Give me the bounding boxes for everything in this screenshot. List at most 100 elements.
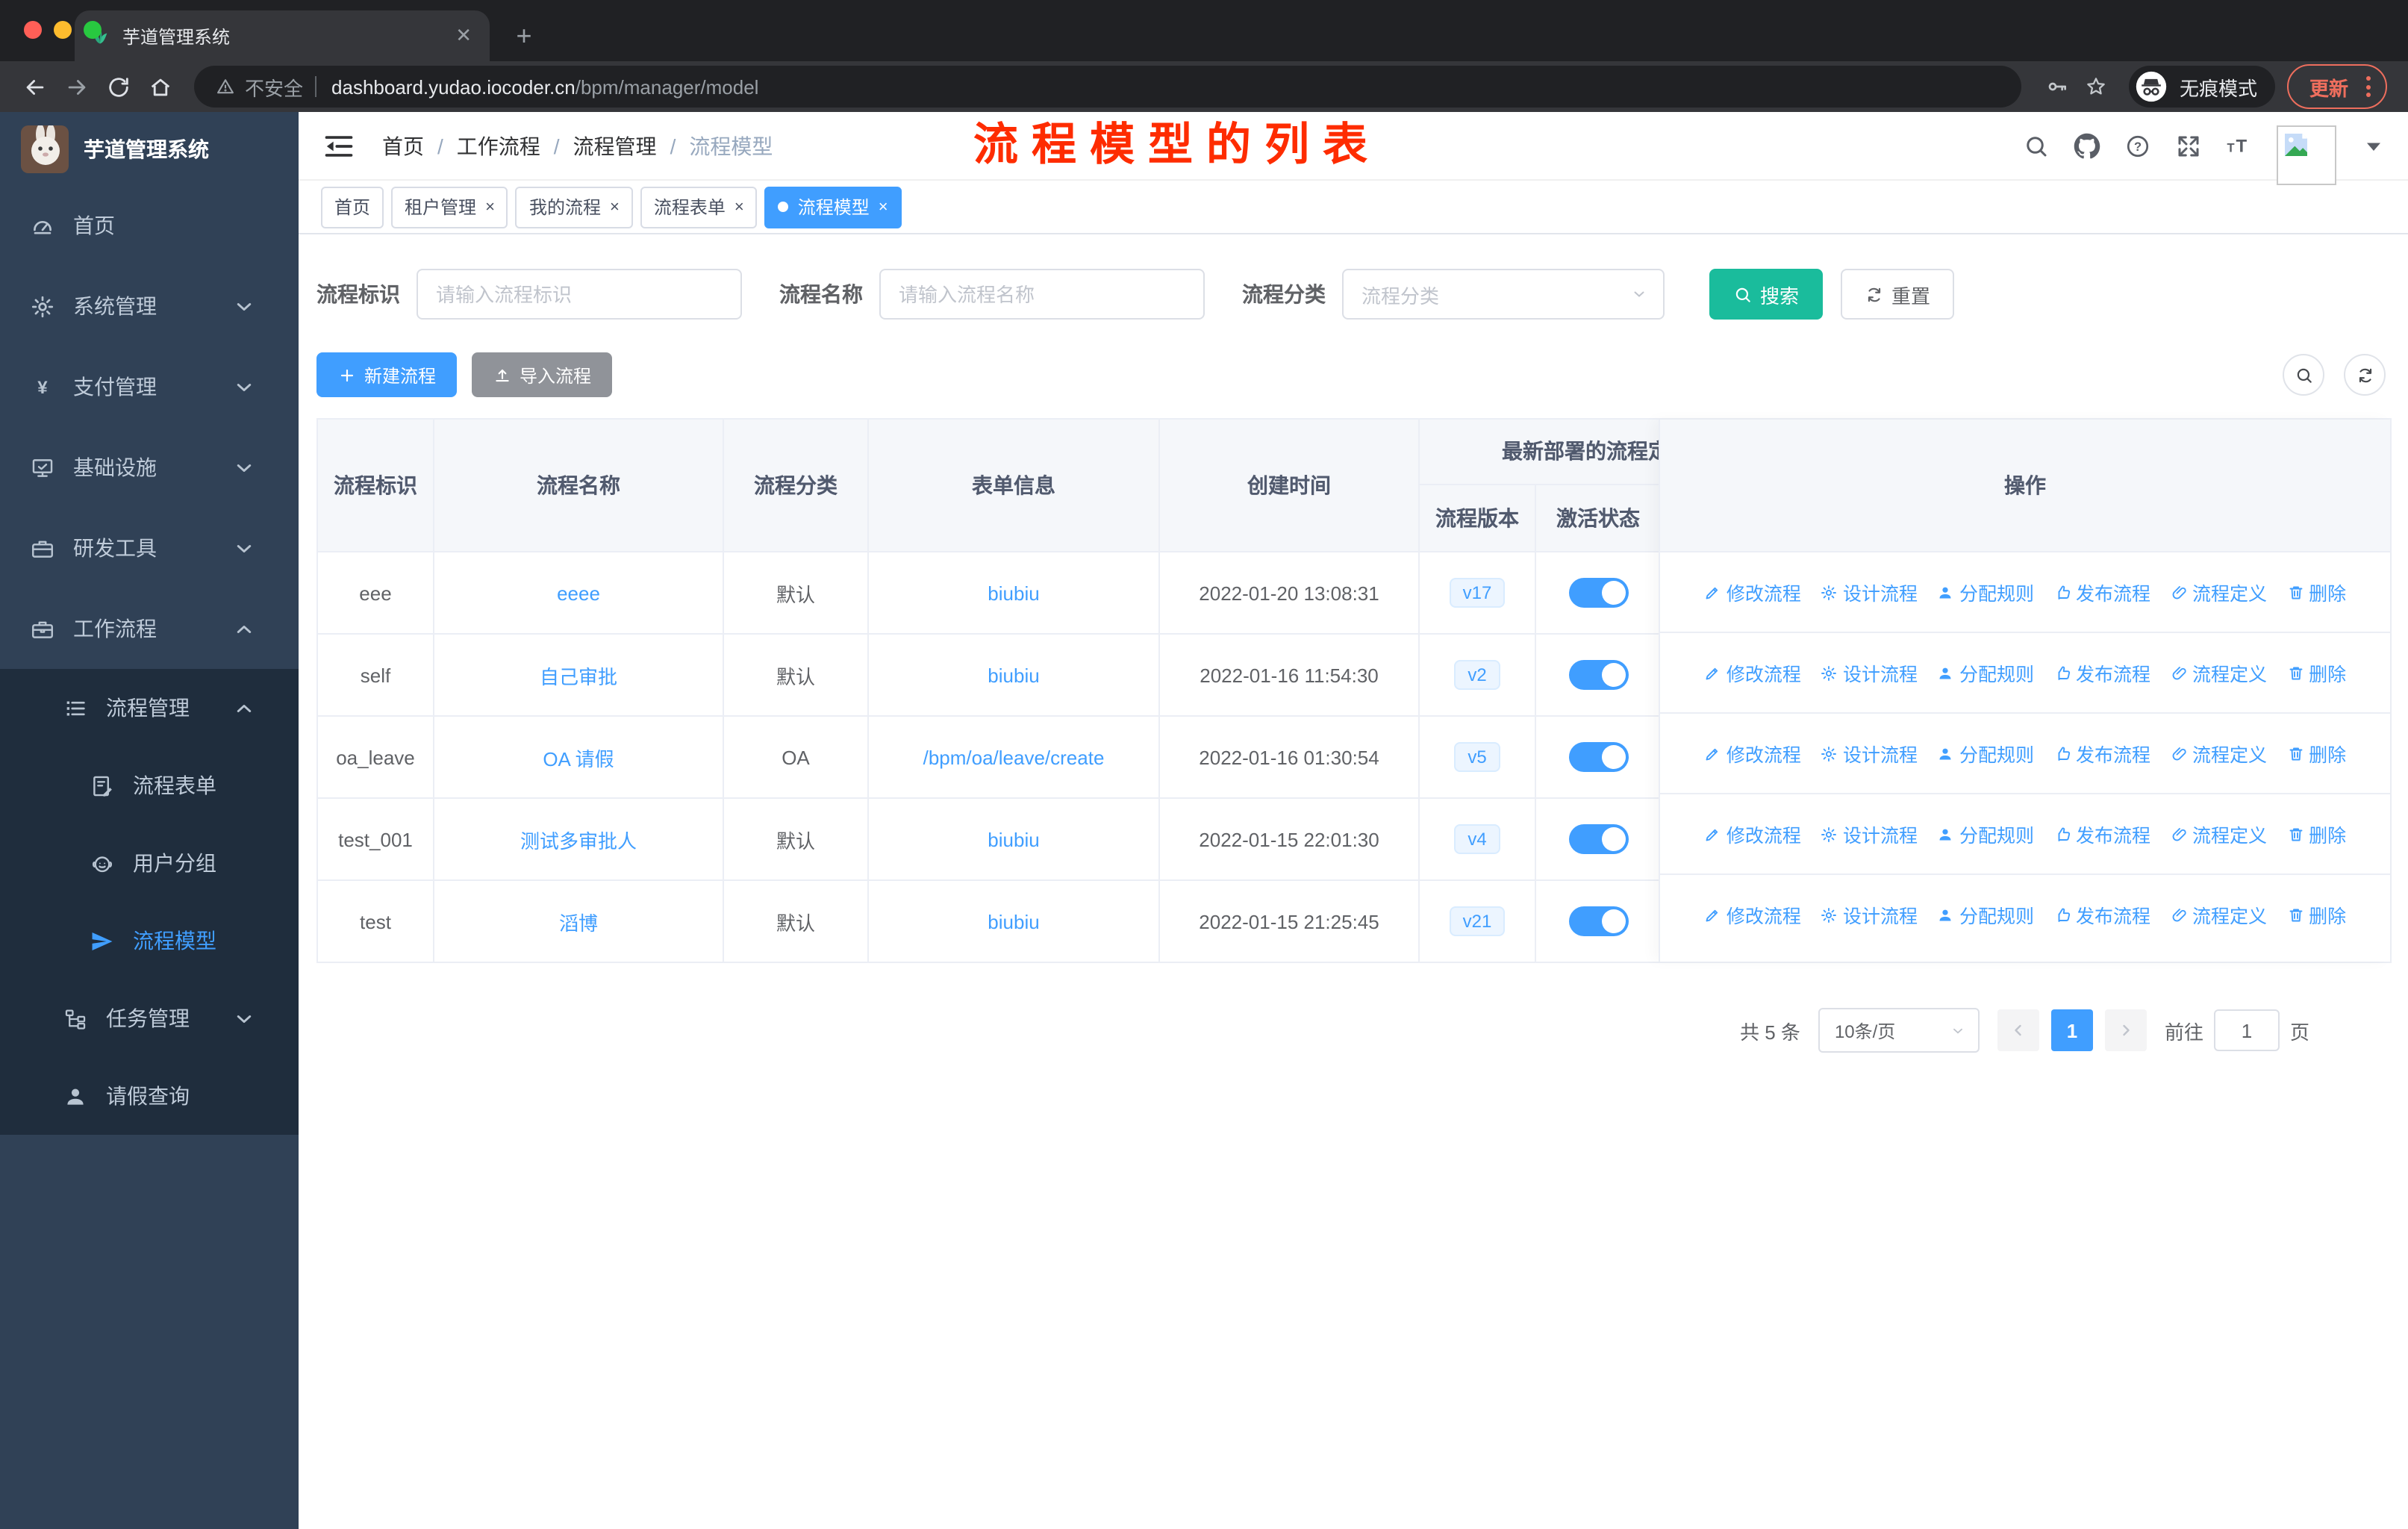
action-definition[interactable]: 流程定义 <box>2170 658 2267 687</box>
app-logo[interactable]: 芋道管理系统 <box>0 112 299 185</box>
process-id-input[interactable] <box>417 269 742 320</box>
tag-2[interactable]: 我的流程 × <box>515 186 633 228</box>
action-modify[interactable]: 修改流程 <box>1704 820 1801 848</box>
action-delete[interactable]: 删除 <box>2286 900 2346 929</box>
reload-icon[interactable] <box>99 67 137 106</box>
action-assign[interactable]: 分配规则 <box>1937 658 2034 687</box>
github-icon[interactable] <box>2074 132 2100 159</box>
form-link[interactable]: biubiu <box>988 582 1039 604</box>
action-assign[interactable]: 分配规则 <box>1937 578 2034 606</box>
hide-search-button[interactable] <box>2283 354 2324 396</box>
form-link[interactable]: biubiu <box>988 910 1039 932</box>
tag-1[interactable]: 租户管理 × <box>391 186 508 228</box>
process-name-link[interactable]: eeee <box>557 582 600 604</box>
sidebar-item-0[interactable]: 首页 <box>0 185 299 266</box>
action-design[interactable]: 设计流程 <box>1821 658 1918 687</box>
breadcrumb-home[interactable]: 首页 <box>382 131 424 161</box>
active-toggle[interactable] <box>1568 660 1628 690</box>
next-page-button[interactable] <box>2104 1009 2147 1051</box>
browser-menu-icon[interactable] <box>2366 76 2371 97</box>
tag-close-icon[interactable]: × <box>485 198 495 216</box>
action-design[interactable]: 设计流程 <box>1821 820 1918 848</box>
active-toggle[interactable] <box>1568 824 1628 854</box>
back-icon[interactable] <box>15 67 54 106</box>
url-bar[interactable]: 不安全 dashboard.yudao.iocoder.cn/bpm/manag… <box>194 66 2021 108</box>
form-link[interactable]: biubiu <box>988 828 1039 850</box>
help-icon[interactable]: ? <box>2124 132 2151 159</box>
create-process-button[interactable]: 新建流程 <box>316 352 458 397</box>
action-delete[interactable]: 删除 <box>2286 739 2346 767</box>
action-modify[interactable]: 修改流程 <box>1704 739 1801 767</box>
browser-tab[interactable]: 芋道管理系统 ✕ <box>75 10 490 61</box>
goto-page-input[interactable] <box>2213 1009 2280 1051</box>
action-publish[interactable]: 发布流程 <box>2053 578 2150 606</box>
process-name-link[interactable]: 测试多审批人 <box>520 825 637 853</box>
action-delete[interactable]: 删除 <box>2286 578 2346 606</box>
fullscreen-icon[interactable] <box>2175 132 2202 159</box>
refresh-table-button[interactable] <box>2344 354 2386 396</box>
action-definition[interactable]: 流程定义 <box>2170 900 2267 929</box>
sidebar-item-6[interactable]: 流程管理 <box>0 669 299 747</box>
action-modify[interactable]: 修改流程 <box>1704 578 1801 606</box>
process-category-select[interactable]: 流程分类 <box>1342 269 1665 320</box>
browser-update-button[interactable]: 更新 <box>2286 64 2387 109</box>
forward-icon[interactable] <box>57 67 96 106</box>
action-publish[interactable]: 发布流程 <box>2053 820 2150 848</box>
action-modify[interactable]: 修改流程 <box>1704 658 1801 687</box>
tag-close-icon[interactable]: × <box>610 198 620 216</box>
form-link[interactable]: biubiu <box>988 664 1039 686</box>
bookmark-star-icon[interactable] <box>2084 75 2108 99</box>
new-tab-button[interactable]: + <box>505 16 543 55</box>
active-toggle[interactable] <box>1568 742 1628 772</box>
form-link[interactable]: /bpm/oa/leave/create <box>923 746 1105 768</box>
sidebar-item-3[interactable]: 基础设施 <box>0 427 299 508</box>
process-name-input[interactable] <box>879 269 1205 320</box>
action-definition[interactable]: 流程定义 <box>2170 578 2267 606</box>
breadcrumb-workflow[interactable]: 工作流程 <box>457 131 540 161</box>
minimize-window-button[interactable] <box>54 21 72 39</box>
search-icon[interactable] <box>2023 132 2050 159</box>
tag-0[interactable]: 首页 <box>321 186 384 228</box>
active-toggle[interactable] <box>1568 906 1628 936</box>
process-name-link[interactable]: 滔博 <box>559 907 598 935</box>
action-design[interactable]: 设计流程 <box>1821 739 1918 767</box>
home-icon[interactable] <box>140 67 179 106</box>
action-modify[interactable]: 修改流程 <box>1704 900 1801 929</box>
password-key-icon[interactable] <box>2045 75 2069 99</box>
tag-close-icon[interactable]: × <box>879 198 888 216</box>
action-design[interactable]: 设计流程 <box>1821 578 1918 606</box>
action-design[interactable]: 设计流程 <box>1821 900 1918 929</box>
prev-page-button[interactable] <box>1997 1009 2039 1051</box>
sidebar-item-2[interactable]: ¥ 支付管理 <box>0 346 299 427</box>
sidebar-item-1[interactable]: 系统管理 <box>0 266 299 346</box>
tag-4[interactable]: 流程模型 × <box>764 186 902 228</box>
process-name-link[interactable]: OA 请假 <box>543 743 614 771</box>
action-definition[interactable]: 流程定义 <box>2170 820 2267 848</box>
active-toggle[interactable] <box>1568 578 1628 608</box>
page-size-select[interactable]: 10条/页 <box>1818 1008 1980 1053</box>
close-window-button[interactable] <box>24 21 42 39</box>
action-publish[interactable]: 发布流程 <box>2053 900 2150 929</box>
zoom-window-button[interactable] <box>84 21 102 39</box>
user-avatar[interactable] <box>2277 125 2336 184</box>
tag-close-icon[interactable]: × <box>734 198 744 216</box>
sidebar-item-10[interactable]: 任务管理 <box>0 980 299 1057</box>
tag-3[interactable]: 流程表单 × <box>640 186 758 228</box>
action-publish[interactable]: 发布流程 <box>2053 658 2150 687</box>
sidebar-item-5[interactable]: 工作流程 <box>0 588 299 669</box>
process-name-link[interactable]: 自己审批 <box>540 661 617 689</box>
sidebar-item-8[interactable]: 用户分组 <box>0 824 299 902</box>
font-size-icon[interactable]: TT <box>2226 132 2253 159</box>
import-process-button[interactable]: 导入流程 <box>472 352 613 397</box>
action-delete[interactable]: 删除 <box>2286 658 2346 687</box>
caret-down-icon[interactable] <box>2360 132 2387 159</box>
sidebar-item-11[interactable]: 请假查询 <box>0 1057 299 1135</box>
action-assign[interactable]: 分配规则 <box>1937 739 2034 767</box>
breadcrumb-process-mgmt[interactable]: 流程管理 <box>573 131 657 161</box>
sidebar-item-7[interactable]: 流程表单 <box>0 747 299 824</box>
page-number-1[interactable]: 1 <box>2050 1009 2093 1051</box>
action-assign[interactable]: 分配规则 <box>1937 820 2034 848</box>
sidebar-fold-icon[interactable] <box>322 129 355 162</box>
reset-button[interactable]: 重置 <box>1841 269 1955 320</box>
action-assign[interactable]: 分配规则 <box>1937 900 2034 929</box>
